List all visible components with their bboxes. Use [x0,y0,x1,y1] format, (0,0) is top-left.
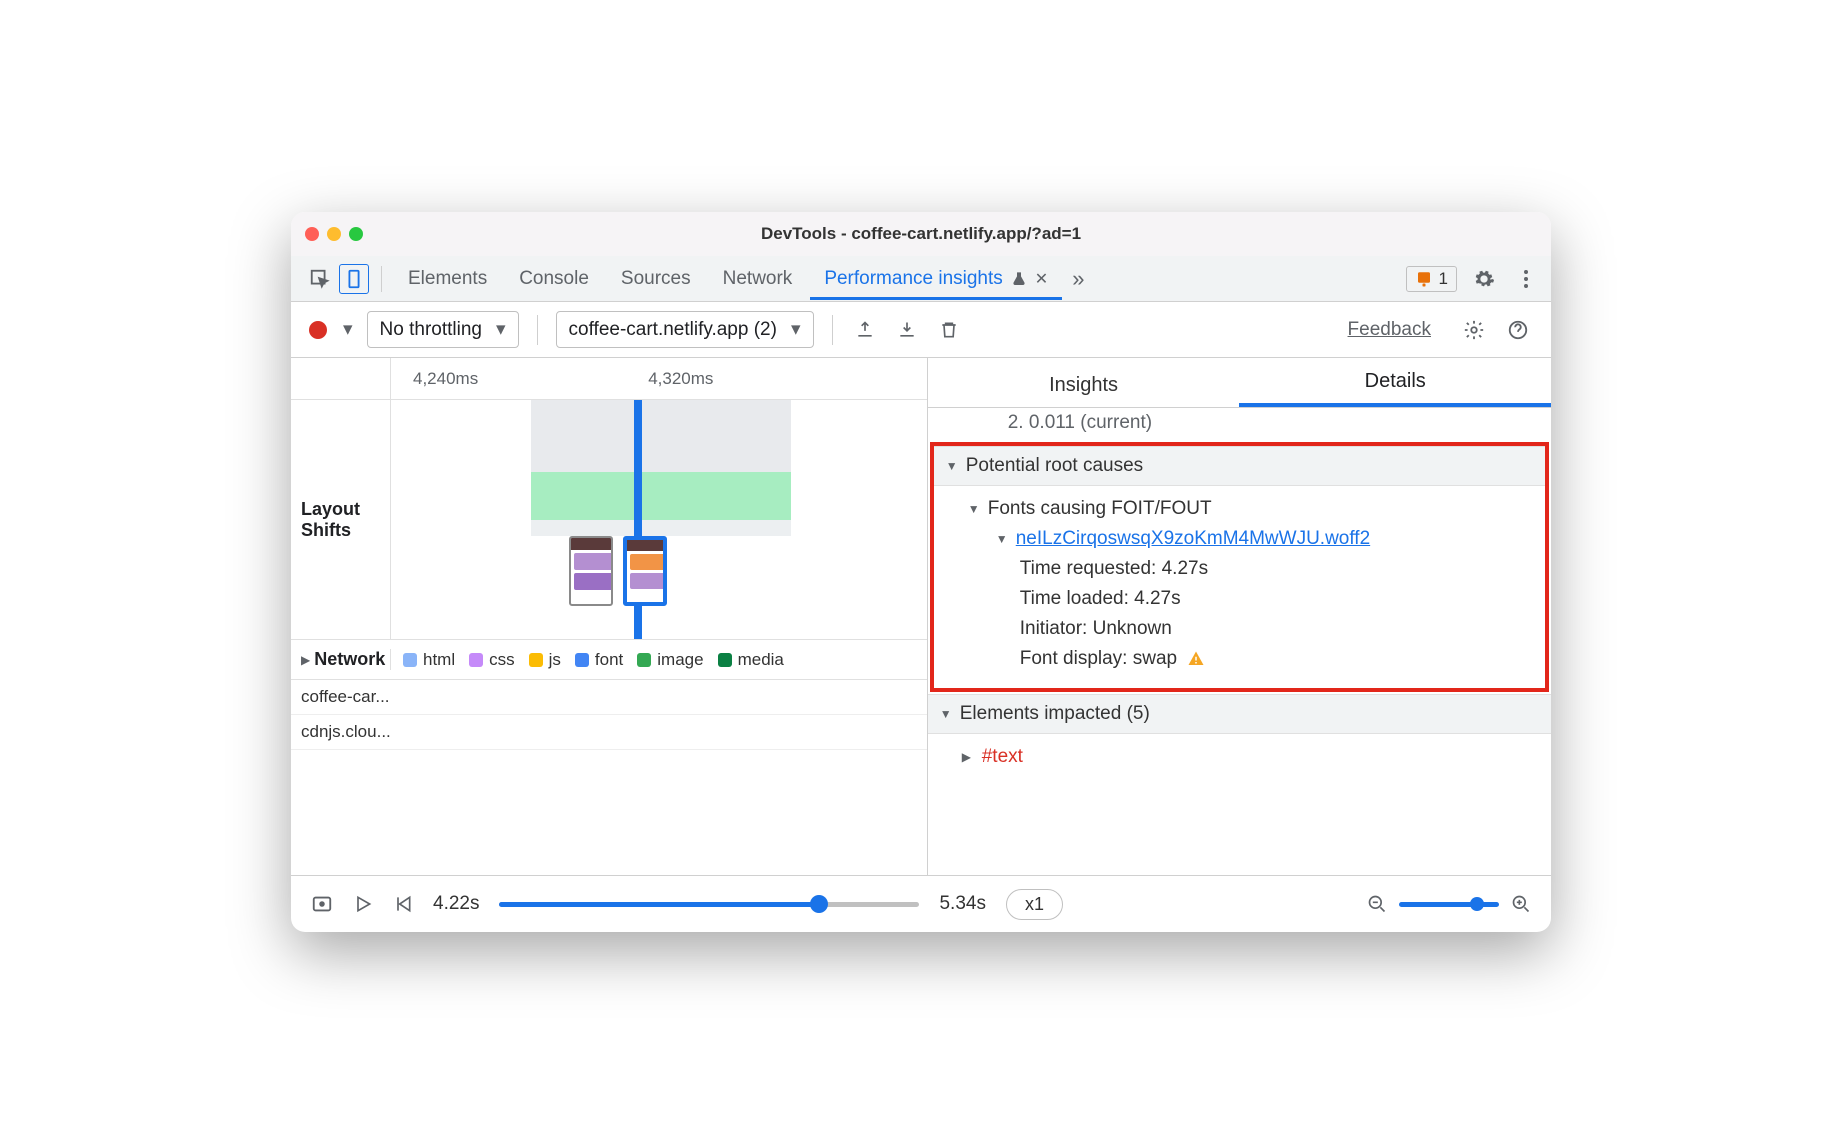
timeline-block [531,472,791,520]
tab-details-right[interactable]: Details [1239,370,1551,407]
delete-icon[interactable] [935,315,963,345]
lane-label: Layout Shifts [301,499,360,541]
tab-performance-insights[interactable]: Performance insights ✕ [810,258,1062,300]
devtools-window: DevTools - coffee-cart.netlify.app/?ad=1… [291,212,1551,932]
help-icon[interactable] [1503,315,1533,345]
details-tabs: Insights Details [928,358,1551,408]
zoom-in-icon[interactable] [1511,894,1531,914]
titlebar: DevTools - coffee-cart.netlify.app/?ad=1 [291,212,1551,256]
chevron-down-icon: ▾ [496,318,506,341]
network-row[interactable]: coffee-car... [291,680,927,715]
highlighted-section: ▼ Potential root causes ▼ Fonts causing … [930,442,1549,692]
screenshot-thumbnail[interactable] [569,536,613,606]
details-prev-line: 2. 0.011 (current) [928,408,1551,440]
warning-icon [1415,270,1433,288]
root-causes-header[interactable]: ▼ Potential root causes [934,446,1545,486]
initiator: Initiator: Unknown [948,614,1531,644]
page-value: coffee-cart.netlify.app (2) [569,319,777,341]
timeline-ruler[interactable]: 4,240ms 4,320ms [291,358,927,400]
timeline-block [531,520,791,536]
tab-label: Performance insights [824,268,1002,290]
slider-knob[interactable] [810,895,828,913]
window-title: DevTools - coffee-cart.netlify.app/?ad=1 [761,224,1081,244]
time-loaded: Time loaded: 4.27s [948,584,1531,614]
panel-settings-icon[interactable] [1459,315,1489,345]
record-dropdown-icon[interactable]: ▾ [343,318,353,341]
speed-select[interactable]: x1 [1006,889,1063,920]
playback-end-time: 5.34s [939,893,985,915]
fonts-node[interactable]: ▼ Fonts causing FOIT/FOUT [948,494,1531,524]
chevron-down-icon: ▼ [940,707,954,721]
section-title: Elements impacted (5) [960,703,1150,725]
device-toolbar-icon[interactable] [339,264,369,294]
record-button[interactable] [309,321,327,339]
chevron-down-icon: ▼ [996,532,1010,546]
throttling-select[interactable]: No throttling ▾ [367,311,519,348]
tab-insights-right[interactable]: Insights [928,374,1240,407]
export-icon[interactable] [851,316,879,344]
lane-label: Network [314,649,385,670]
issues-badge[interactable]: 1 [1406,266,1457,292]
time-requested: Time requested: 4.27s [948,554,1531,584]
tab-sources[interactable]: Sources [607,258,705,300]
content-area: 4,240ms 4,320ms Layout Shifts [291,358,1551,876]
network-legend: html css js font image media [391,650,927,670]
play-icon[interactable] [353,894,373,914]
elements-impacted-header[interactable]: ▼ Elements impacted (5) [928,694,1551,734]
root-causes-tree: ▼ Fonts causing FOIT/FOUT ▼ neILzCirqosw… [934,486,1545,688]
network-row[interactable]: cdnjs.clou... [291,715,927,750]
text-node-row[interactable]: ▶ #text [942,742,1537,772]
tab-console[interactable]: Console [505,258,603,300]
rewind-start-icon[interactable] [393,894,413,914]
traffic-lights [305,227,363,241]
feedback-link[interactable]: Feedback [1348,319,1431,341]
tab-elements[interactable]: Elements [394,258,501,300]
throttling-value: No throttling [380,319,482,341]
zoom-slider[interactable] [1399,902,1499,907]
timeline-block [531,400,791,472]
maximize-window-button[interactable] [349,227,363,241]
playback-start-time: 4.22s [433,893,479,915]
close-tab-icon[interactable]: ✕ [1035,269,1048,289]
network-rows: coffee-car... cdnjs.clou... [291,680,927,875]
font-file-node[interactable]: ▼ neILzCirqoswsqX9zoKmM4MwWJU.woff2 [948,524,1531,554]
import-icon[interactable] [893,316,921,344]
page-select[interactable]: coffee-cart.netlify.app (2) ▾ [556,311,814,348]
layout-shifts-lane[interactable]: Layout Shifts [291,400,927,640]
close-window-button[interactable] [305,227,319,241]
tick-label: 4,240ms [413,369,478,389]
chevron-right-icon: ▶ [301,653,310,667]
settings-icon[interactable] [1469,264,1499,294]
devtools-tabs: Elements Console Sources Network Perform… [291,256,1551,302]
beaker-icon [1011,270,1027,288]
details-panel: Insights Details 2. 0.011 (current) ▼ Po… [928,358,1551,875]
issues-count: 1 [1439,269,1448,289]
inspect-icon[interactable] [305,264,335,294]
chevron-down-icon: ▾ [791,318,801,341]
minimize-window-button[interactable] [327,227,341,241]
screenshot-thumbnail-selected[interactable] [623,536,667,606]
playback-slider[interactable] [499,902,919,907]
preview-icon[interactable] [311,893,333,915]
tick-label: 4,320ms [648,369,713,389]
slider-knob[interactable] [1470,897,1484,911]
chevron-down-icon: ▼ [946,459,960,473]
tabs-separator [381,266,382,292]
insights-toolbar: ▾ No throttling ▾ coffee-cart.netlify.ap… [291,302,1551,358]
warning-icon [1187,650,1205,668]
font-display: Font display: swap [948,644,1531,674]
chevron-down-icon: ▼ [968,502,982,516]
chevron-right-icon: ▶ [962,750,976,764]
tab-network[interactable]: Network [709,258,807,300]
section-title: Potential root causes [966,455,1143,477]
more-tabs-icon[interactable]: » [1072,266,1084,292]
zoom-out-icon[interactable] [1367,894,1387,914]
kebab-menu-icon[interactable] [1511,264,1541,294]
font-file-link[interactable]: neILzCirqoswsqX9zoKmM4MwWJU.woff2 [1016,528,1370,550]
network-lane-header[interactable]: ▶ Network html css js font image media [291,640,927,680]
playback-bar: 4.22s 5.34s x1 [291,876,1551,932]
timeline-panel: 4,240ms 4,320ms Layout Shifts [291,358,928,875]
